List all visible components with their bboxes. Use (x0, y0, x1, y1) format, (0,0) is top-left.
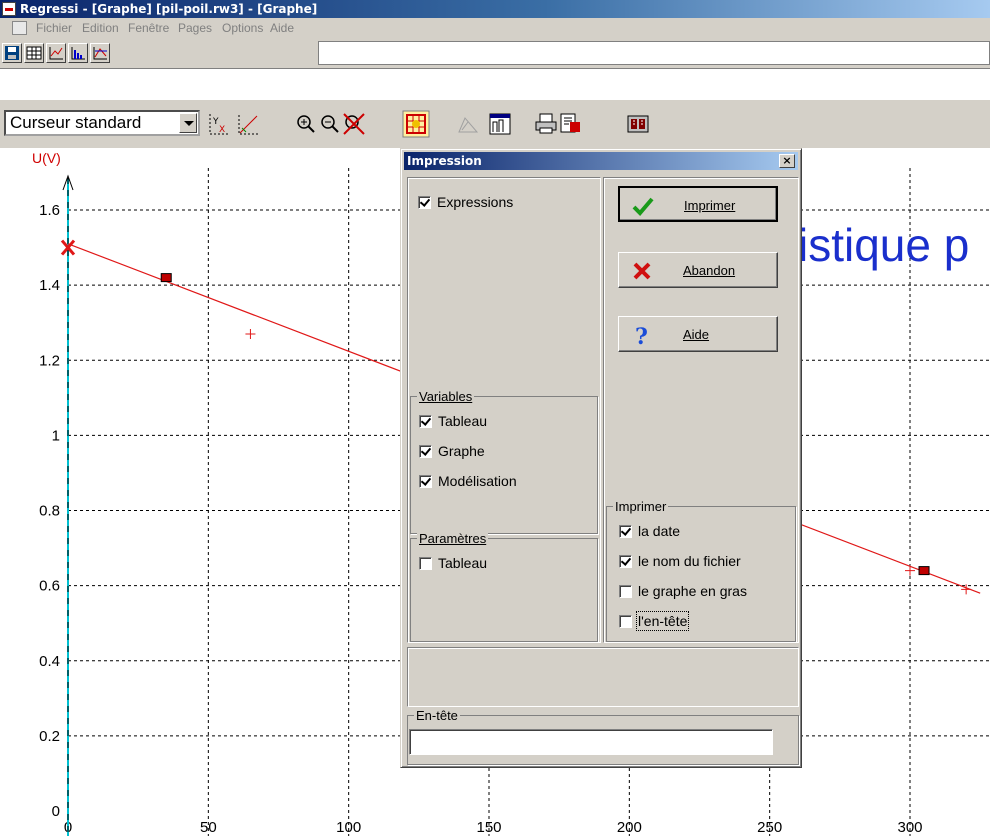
line-graph-icon[interactable] (46, 43, 66, 63)
options-panel: Expressions Variables Tableau Graphe Mod… (407, 177, 601, 643)
y-tick-label: 1 (52, 427, 60, 444)
checkbox-mark[interactable] (419, 475, 432, 488)
print-preview-icon[interactable] (558, 112, 582, 136)
x-tick-label: 250 (757, 819, 782, 836)
menu-edition[interactable]: Edition (82, 18, 119, 38)
triangle-icon (458, 117, 479, 133)
save-icon[interactable] (2, 43, 22, 63)
abort-button[interactable]: Abandon (618, 252, 778, 288)
checkbox-mark[interactable] (619, 585, 632, 598)
expression-field[interactable] (318, 41, 990, 65)
page-settings-icon[interactable] (626, 112, 650, 136)
y-tick-label: 0.6 (39, 578, 60, 595)
help-button[interactable]: ? Aide (618, 316, 778, 352)
main-toolbar (0, 38, 990, 69)
imprimer-legend: Imprimer (613, 499, 669, 514)
print-header-checkbox[interactable]: l'en-tête (619, 611, 690, 631)
zoom-reset-icon[interactable] (342, 112, 366, 136)
print-icon[interactable] (534, 112, 558, 136)
x-tick-label: 50 (200, 819, 217, 836)
zoom-in-icon[interactable] (294, 112, 318, 136)
menu-pages[interactable]: Pages (178, 18, 212, 38)
data-point-marker[interactable] (160, 273, 172, 283)
variables-tableau-checkbox[interactable]: Tableau (419, 413, 487, 429)
print-filename-checkbox[interactable]: le nom du fichier (619, 553, 741, 569)
menu-aide[interactable]: Aide (270, 18, 294, 38)
checkbox-mark[interactable] (419, 557, 432, 570)
print-dialog: Impression × Expressions Variables Table… (400, 148, 802, 768)
tangent-icon[interactable] (236, 112, 260, 136)
svg-text:Y: Y (212, 117, 219, 127)
expressions-checkbox[interactable]: Expressions (418, 194, 513, 210)
checkbox-mark[interactable] (418, 196, 431, 209)
entete-legend: En-tête (414, 708, 460, 723)
y-tick-label: 1.2 (39, 352, 60, 369)
document-icon[interactable] (12, 21, 27, 35)
print-button[interactable]: Imprimer (618, 186, 778, 222)
dialog-titlebar: Impression × (404, 152, 798, 170)
y-tick-label: 0.8 (39, 503, 60, 520)
window-titlebar: Regressi - [Graphe] [pil-poil.rw3] - [Gr… (0, 0, 990, 18)
grid-select-icon[interactable] (402, 110, 430, 138)
window-graph-icon[interactable] (488, 112, 512, 136)
y-tick-label: 1.4 (39, 277, 60, 294)
data-point-marker[interactable] (918, 566, 930, 576)
svg-text:?: ? (635, 324, 648, 346)
x-tick-label: 150 (476, 819, 501, 836)
entete-input[interactable] (409, 729, 773, 755)
y-tick-label: 0 (52, 803, 60, 820)
cross-icon (633, 262, 651, 280)
y-axis-label: U(V) (32, 150, 61, 166)
svg-text:X: X (219, 125, 225, 135)
x-tick-label: 300 (897, 819, 922, 836)
parametres-legend: Paramètres (417, 531, 489, 546)
actions-panel: Imprimer Abandon ? Aide Imprimer la date… (603, 177, 799, 643)
cursor-mode-value: Curseur standard (10, 113, 142, 132)
checkbox-mark[interactable] (619, 525, 632, 538)
x-tick-label: 200 (617, 819, 642, 836)
help-icon: ? (635, 324, 648, 346)
dialog-title: Impression (407, 154, 482, 168)
menu-fichier[interactable]: Fichier (36, 18, 72, 38)
graph-title: istique p (798, 219, 970, 271)
menubar: Fichier Edition Fenêtre Pages Options Ai… (0, 18, 990, 38)
data-point-plus[interactable] (245, 328, 256, 339)
checkmark-icon (632, 197, 654, 216)
close-button[interactable]: × (779, 154, 795, 168)
chevron-down-icon[interactable] (179, 113, 197, 133)
variables-group: Variables Tableau Graphe Modélisation (410, 389, 598, 534)
checkbox-mark[interactable] (419, 445, 432, 458)
checkbox-mark[interactable] (619, 615, 632, 628)
y-tick-label: 0.2 (39, 728, 60, 745)
table-icon[interactable] (24, 43, 44, 63)
menu-fenetre[interactable]: Fenêtre (128, 18, 169, 38)
parametres-group: Paramètres Tableau (410, 531, 598, 642)
parametres-tableau-checkbox[interactable]: Tableau (419, 555, 487, 571)
checkbox-mark[interactable] (419, 415, 432, 428)
variables-modelisation-checkbox[interactable]: Modélisation (419, 473, 517, 489)
variables-legend: Variables (417, 389, 475, 404)
print-date-checkbox[interactable]: la date (619, 523, 680, 539)
menu-options[interactable]: Options (222, 18, 263, 38)
cursor-mode-select[interactable]: Curseur standard (4, 110, 200, 136)
multi-graph-icon[interactable] (90, 43, 110, 63)
checkbox-mark[interactable] (619, 555, 632, 568)
y-tick-label: 0.4 (39, 653, 60, 670)
y-tick-label: 1.6 (39, 202, 60, 219)
imprimer-group: Imprimer la date le nom du fichier le gr… (606, 499, 796, 642)
window-title: Regressi - [Graphe] [pil-poil.rw3] - [Gr… (20, 2, 318, 16)
histogram-icon[interactable] (68, 43, 88, 63)
print-bold-graph-checkbox[interactable]: le graphe en gras (619, 583, 747, 599)
axes-select-icon[interactable]: YX (206, 112, 230, 136)
zoom-out-icon[interactable] (318, 112, 342, 136)
app-icon (2, 2, 16, 16)
x-tick-label: 100 (336, 819, 361, 836)
variables-graphe-checkbox[interactable]: Graphe (419, 443, 485, 459)
status-panel (407, 647, 799, 707)
